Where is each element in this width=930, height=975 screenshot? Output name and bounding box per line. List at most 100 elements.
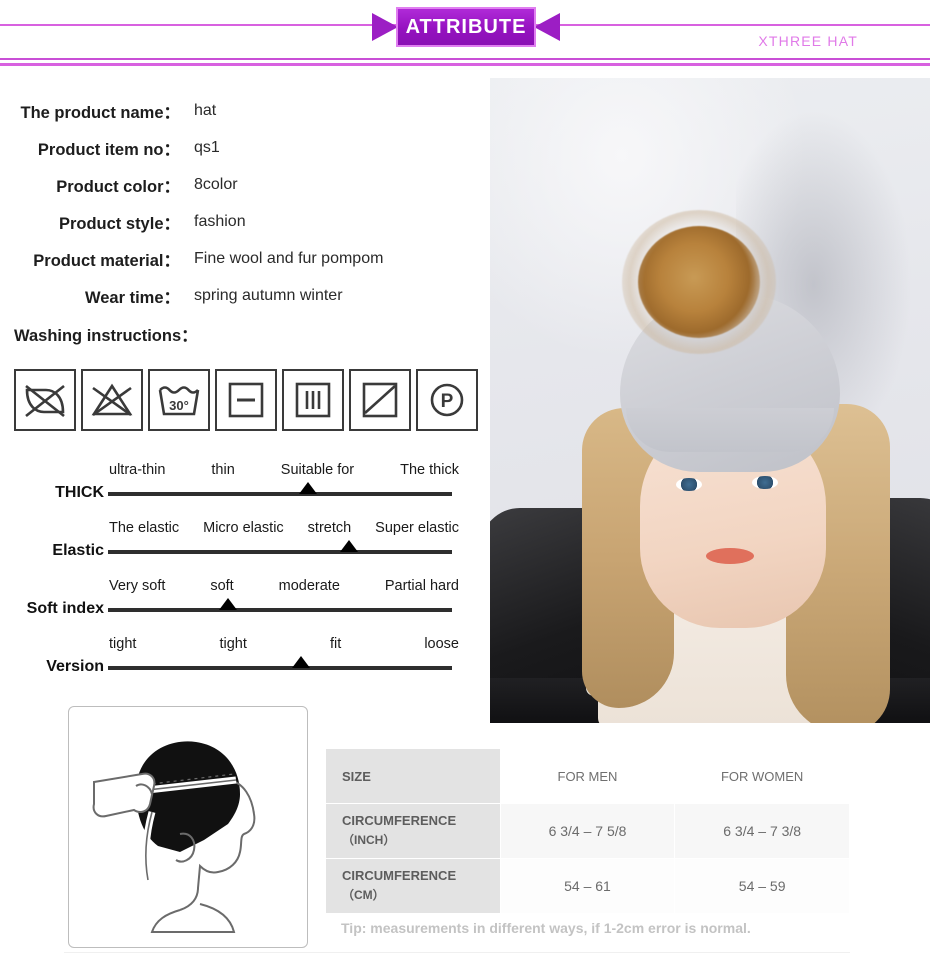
spec-label: Product material： [33,251,180,270]
spec-value: fashion [194,212,246,230]
row-label-inch: CIRCUMFERENCE （INCH） [325,803,501,859]
svg-text:P: P [441,391,454,412]
spec-value: spring autumn winter [194,286,343,304]
product-spec-list: The product name： hat Product item no： q… [0,92,470,314]
spec-row: Product item no： qs1 [0,129,470,166]
product-beanie-brim [626,408,834,452]
row-label-unit: （INCH） [342,833,396,847]
scale-option: Suitable for [280,462,355,478]
scale-option: The thick [400,462,459,478]
row-label-cm: CIRCUMFERENCE （CM） [325,858,501,914]
svg-text:30°: 30° [169,398,189,413]
dry-in-shade-icon [349,369,411,431]
spec-row: Product style： fashion [0,203,470,240]
spec-value: Fine wool and fur pompom [194,249,384,267]
size-tip-text: Tip: measurements in different ways, if … [341,920,751,936]
scale-option: moderate [278,578,340,594]
table-row: CIRCUMFERENCE （INCH） 6 3/4 – 7 5/8 6 3/4… [325,803,850,859]
rating-scales: THICK ultra-thin thin Suitable for The t… [0,462,490,694]
cell-women-cm: 54 – 59 [674,858,850,914]
cell-women-inch: 6 3/4 – 7 3/8 [674,803,850,859]
scale-elastic: Elastic The elastic Micro elastic stretc… [0,520,490,578]
scale-bar [108,666,452,670]
header-rule-bottom-thin [0,58,930,60]
cell-men-cm: 54 – 61 [499,858,676,914]
spec-value: qs1 [194,138,220,156]
scale-bar [108,550,452,554]
page-header: ATTRIBUTE XTHREE HAT [0,0,930,70]
model-eye-right [752,476,778,489]
scale-option: ultra-thin [109,462,166,478]
spec-label: The product name： [20,103,180,122]
row-label-main: CIRCUMFERENCE [342,813,457,829]
table-row: CIRCUMFERENCE （CM） 54 – 61 54 – 59 [325,858,850,914]
ribbon-tail-right-icon [534,13,560,41]
scale-option: Micro elastic [203,520,284,536]
scale-label: Elastic [52,542,104,559]
spec-value: 8color [194,175,238,193]
product-attribute-page: ATTRIBUTE XTHREE HAT The product name： h… [0,0,930,975]
table-header-men: FOR MEN [499,748,676,804]
ribbon-body: ATTRIBUTE [396,7,536,47]
scale-option: fit [329,636,342,652]
scale-options: The elastic Micro elastic stretch Super … [108,520,460,536]
dry-flat-icon [215,369,277,431]
scale-option: Super elastic [375,520,459,536]
cell-men-inch: 6 3/4 – 7 5/8 [499,803,676,859]
drip-dry-icon [282,369,344,431]
head-profile-icon [92,741,256,933]
scale-label: Version [46,658,104,675]
care-symbol-row: 30° P [14,369,478,431]
scale-option: tight [109,636,137,652]
scale-option: tight [219,636,247,652]
table-header-women: FOR WOMEN [674,748,850,804]
head-measure-diagram [68,706,308,948]
do-not-bleach-icon [81,369,143,431]
dry-clean-p-icon: P [416,369,478,431]
spec-label: Product color： [56,177,180,196]
scale-marker [219,598,238,610]
model-eye-left [676,478,702,491]
scale-options: ultra-thin thin Suitable for The thick [108,462,460,478]
scale-bar [108,492,452,496]
spec-value: hat [194,101,217,119]
scale-soft-index: Soft index Very soft soft moderate Parti… [0,578,490,636]
table-header-row: SIZE FOR MEN FOR WOMEN [325,748,850,804]
row-label-main: CIRCUMFERENCE [342,868,457,884]
row-label-unit: （CM） [342,888,385,902]
scale-label: Soft index [26,600,104,617]
scale-thick: THICK ultra-thin thin Suitable for The t… [0,462,490,520]
spec-row: Wear time： spring autumn winter [0,277,470,314]
size-table: SIZE FOR MEN FOR WOMEN CIRCUMFERENCE （IN… [325,748,850,914]
wash-30-degrees-icon: 30° [148,369,210,431]
scale-label: THICK [55,484,104,501]
scale-options: tight tight fit loose [108,636,460,652]
header-rule-bottom-thick [0,63,930,66]
scale-option: The elastic [109,520,180,536]
spec-label: Product style： [58,214,180,233]
scale-marker [298,482,317,494]
scale-option: Very soft [109,578,166,594]
scale-version: Version tight tight fit loose [0,636,490,694]
scale-option: Partial hard [384,578,459,594]
washing-instructions-title: Washing instructions： [14,327,198,345]
model-lips [706,548,754,564]
scale-option: loose [424,636,459,652]
brand-name: XTHREE HAT [758,33,858,49]
scale-marker [339,540,358,552]
spec-label: Wear time： [84,288,180,307]
table-header-size: SIZE [325,748,501,804]
scale-option: soft [210,578,234,594]
spec-row: Product material： Fine wool and fur pomp… [0,240,470,277]
ribbon-title: ATTRIBUTE [405,15,527,38]
attribute-ribbon: ATTRIBUTE [372,7,560,47]
scale-options: Very soft soft moderate Partial hard [108,578,460,594]
bottom-divider [64,952,850,953]
spec-label: Product item no： [37,140,180,159]
spec-row: The product name： hat [0,92,470,129]
scale-marker [291,656,310,668]
spec-row: Product color： 8color [0,166,470,203]
scale-bar [108,608,452,612]
scale-option: thin [211,462,235,478]
do-not-wring-icon [14,369,76,431]
